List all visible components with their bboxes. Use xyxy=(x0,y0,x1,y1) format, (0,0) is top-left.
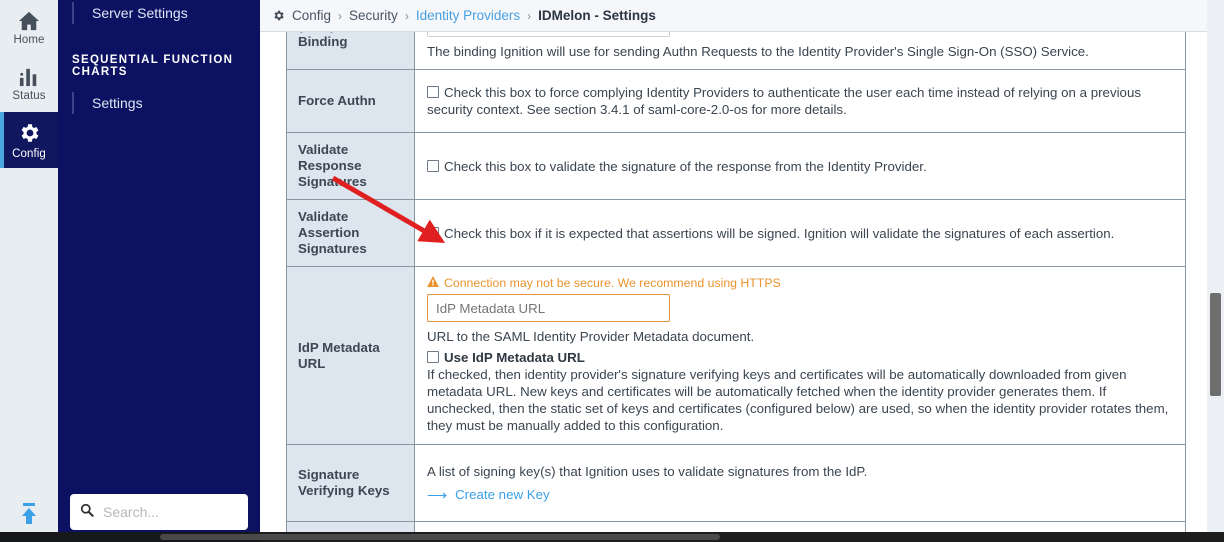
nav-search-container xyxy=(70,494,284,530)
home-icon xyxy=(18,11,40,31)
breadcrumb-item-security[interactable]: Security xyxy=(349,8,398,23)
use-idp-metadata-url-label: Use IdP Metadata URL xyxy=(444,350,585,365)
validate-response-signatures-checkbox[interactable] xyxy=(427,159,439,172)
signature-verifying-keys-description: A list of signing key(s) that Ignition u… xyxy=(427,464,868,479)
table-row: Force Authn Check this box to force comp… xyxy=(286,69,1186,133)
breadcrumb-item-config[interactable]: Config xyxy=(292,8,331,23)
settings-table: (SSO) Service Binding The binding Igniti… xyxy=(286,32,1186,542)
create-new-key-link[interactable]: Create new Key xyxy=(455,486,550,503)
breadcrumb-separator: › xyxy=(338,8,343,23)
sso-service-binding-description: The binding Ignition will use for sendin… xyxy=(427,44,1089,59)
rail-item-home-label: Home xyxy=(13,33,45,46)
nav-group-title-sfc: SEQUENTIAL FUNCTION CHARTS xyxy=(72,54,234,78)
nav-panel: Server Settings SEQUENTIAL FUNCTION CHAR… xyxy=(58,0,284,542)
horizontal-scrollbar-thumb[interactable] xyxy=(160,534,720,540)
row-value-validate-response-signatures: Check this box to validate the signature… xyxy=(414,132,1186,200)
rail-item-home[interactable]: Home xyxy=(0,0,58,56)
rail-item-status-label: Status xyxy=(12,89,46,102)
validate-response-signatures-description: Check this box to validate the signature… xyxy=(444,158,927,174)
warning-triangle-icon xyxy=(427,275,439,292)
table-row: Signature Verifying Keys A list of signi… xyxy=(286,444,1186,522)
pin-up-button[interactable] xyxy=(0,501,58,532)
breadcrumb-separator: › xyxy=(404,8,409,23)
search-box[interactable] xyxy=(70,494,284,530)
idp-metadata-url-description: URL to the SAML Identity Provider Metada… xyxy=(427,329,755,344)
rail-item-status[interactable]: Status xyxy=(0,56,58,112)
table-row: (SSO) Service Binding The binding Igniti… xyxy=(286,32,1186,70)
validate-assertion-signatures-description: Check this box if it is expected that as… xyxy=(444,225,1115,241)
insecure-connection-warning: Connection may not be secure. We recomme… xyxy=(427,275,1173,292)
breadcrumb-item-identity-providers[interactable]: Identity Providers xyxy=(416,8,520,23)
settings-scroll-area: (SSO) Service Binding The binding Igniti… xyxy=(260,32,1224,542)
vertical-scrollbar-thumb[interactable] xyxy=(1210,293,1221,396)
rail-item-config-label: Config xyxy=(12,147,46,160)
row-value-force-authn: Check this box to force complying Identi… xyxy=(414,69,1186,133)
arrow-right-icon: ⟶ xyxy=(427,486,448,503)
force-authn-checkbox[interactable] xyxy=(427,86,439,98)
create-new-key-row[interactable]: ⟶ Create new Key xyxy=(427,486,1173,503)
use-idp-metadata-url-checkbox[interactable] xyxy=(427,351,439,363)
icon-rail: Home Status Config xyxy=(0,0,58,542)
validate-assertion-signatures-checkbox[interactable] xyxy=(427,226,439,239)
row-value-signature-verifying-keys: A list of signing key(s) that Ignition u… xyxy=(414,444,1186,522)
force-authn-description: Check this box to force complying Identi… xyxy=(427,85,1141,117)
breadcrumb-separator: › xyxy=(527,8,532,23)
search-input[interactable] xyxy=(103,504,284,520)
row-value-idp-metadata-url: Connection may not be secure. We recomme… xyxy=(414,266,1186,445)
rail-item-config[interactable]: Config xyxy=(0,112,58,168)
search-icon xyxy=(80,503,94,522)
sso-service-binding-input[interactable] xyxy=(427,32,670,37)
row-value-validate-assertion-signatures: Check this box if it is expected that as… xyxy=(414,199,1186,267)
chart-bars-icon xyxy=(18,67,40,87)
row-value-sso-service-binding: The binding Ignition will use for sendin… xyxy=(414,32,1186,70)
breadcrumb-item-current: IDMelon - Settings xyxy=(538,8,656,23)
table-row: Validate Response Signatures Check this … xyxy=(286,132,1186,200)
insecure-connection-warning-text: Connection may not be secure. We recomme… xyxy=(444,276,781,290)
pin-up-icon xyxy=(17,501,41,532)
breadcrumb: Config › Security › Identity Providers ›… xyxy=(260,0,1224,32)
row-label-force-authn: Force Authn xyxy=(286,69,415,133)
idp-metadata-url-input[interactable] xyxy=(427,294,670,322)
nav-item-server-settings[interactable]: Server Settings xyxy=(58,0,260,26)
vertical-scrollbar[interactable] xyxy=(1207,0,1224,532)
row-label-sso-service-binding: (SSO) Service Binding xyxy=(286,32,415,70)
app-window: Home Status Config Server Settings SEQUE… xyxy=(0,0,1224,542)
main-content: Config › Security › Identity Providers ›… xyxy=(260,0,1224,542)
row-label-signature-verifying-keys: Signature Verifying Keys xyxy=(286,444,415,522)
table-row: IdP Metadata URL Connection may not be s… xyxy=(286,266,1186,445)
nav-item-sfc-settings[interactable]: Settings xyxy=(58,90,260,116)
breadcrumb-gear-icon xyxy=(272,9,285,22)
row-label-validate-response-signatures: Validate Response Signatures xyxy=(286,132,415,200)
row-label-validate-assertion-signatures: Validate Assertion Signatures xyxy=(286,199,415,267)
gear-icon xyxy=(17,121,41,145)
table-row: Validate Assertion Signatures Check this… xyxy=(286,199,1186,267)
use-idp-metadata-url-description: If checked, then identity provider's sig… xyxy=(427,367,1169,433)
row-label-idp-metadata-url: IdP Metadata URL xyxy=(286,266,415,445)
